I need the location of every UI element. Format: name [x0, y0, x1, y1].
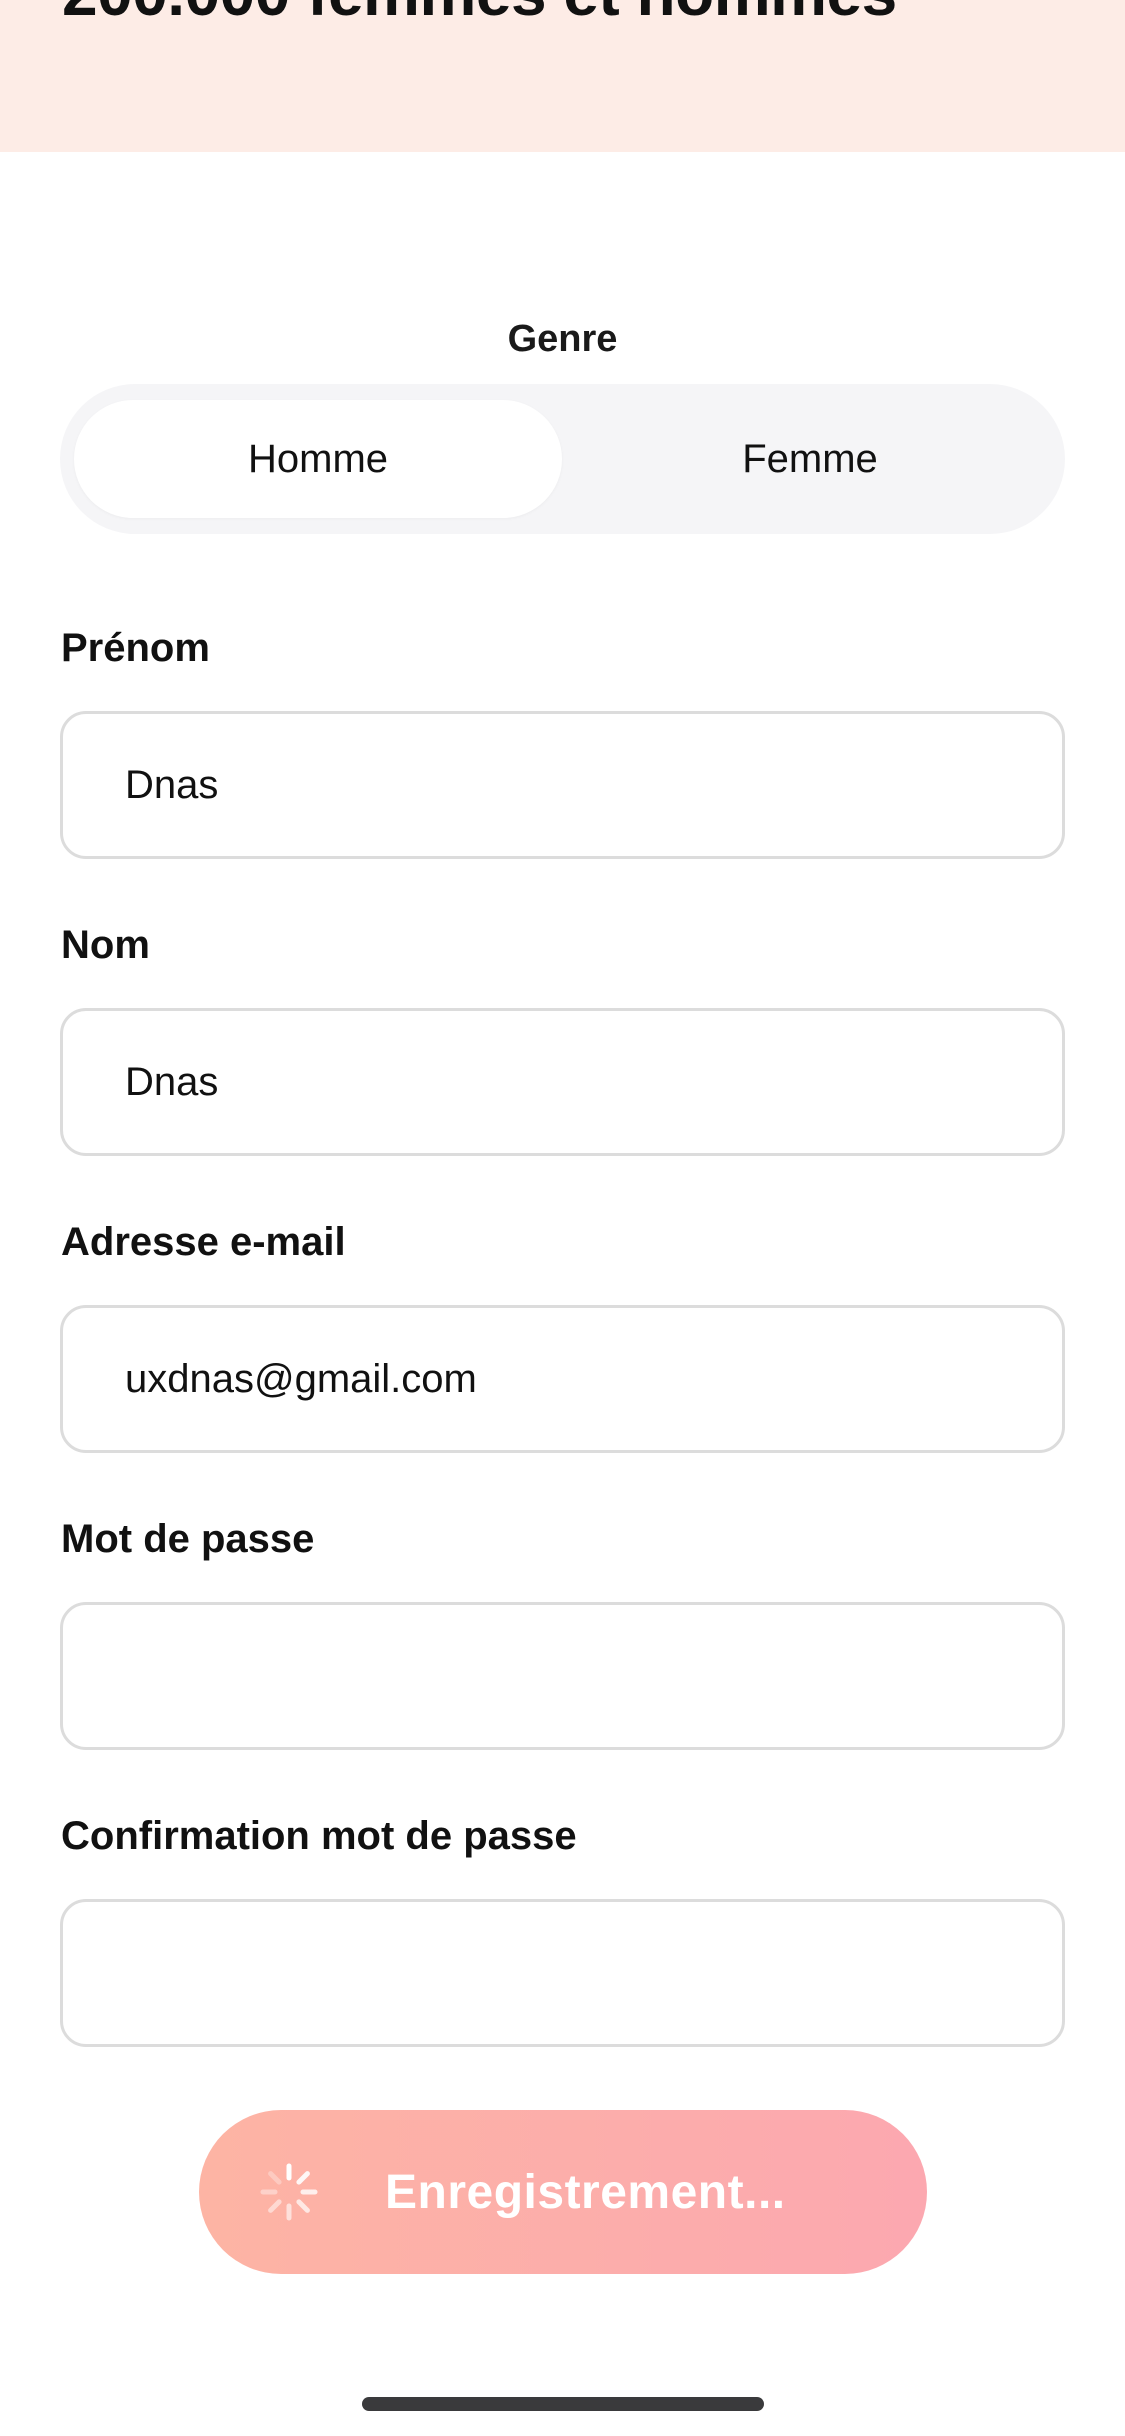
last-name-label: Nom	[61, 923, 150, 967]
register-button-label: Enregistrement...	[385, 2165, 786, 2219]
email-input[interactable]	[63, 1308, 1062, 1450]
password-field[interactable]	[60, 1602, 1065, 1750]
first-name-input[interactable]	[63, 714, 1062, 856]
first-name-label: Prénom	[61, 626, 210, 670]
last-name-input[interactable]	[63, 1011, 1062, 1153]
hero-title: 200.000 femmes et hommes	[62, 0, 897, 30]
first-name-field[interactable]	[60, 711, 1065, 859]
last-name-field[interactable]	[60, 1008, 1065, 1156]
genre-label: Genre	[507, 318, 618, 360]
email-label: Adresse e-mail	[61, 1220, 346, 1264]
password-input[interactable]	[63, 1605, 1062, 1747]
register-button[interactable]: Enregistrement...	[199, 2110, 927, 2274]
password-confirm-label: Confirmation mot de passe	[61, 1814, 577, 1858]
password-confirm-field[interactable]	[60, 1899, 1065, 2047]
loading-spinner-icon	[260, 2163, 318, 2221]
hero-banner: 200.000 femmes et hommes	[0, 0, 1125, 152]
password-label: Mot de passe	[61, 1517, 315, 1561]
password-confirm-input[interactable]	[63, 1902, 1062, 2044]
email-field[interactable]	[60, 1305, 1065, 1453]
genre-option-femme[interactable]: Femme	[566, 400, 1054, 518]
signup-screen: 200.000 femmes et hommes Genre Homme Fem…	[0, 0, 1125, 2436]
genre-option-homme[interactable]: Homme	[74, 400, 562, 518]
genre-segmented-control: Homme Femme	[60, 384, 1065, 534]
home-indicator[interactable]	[362, 2397, 764, 2411]
